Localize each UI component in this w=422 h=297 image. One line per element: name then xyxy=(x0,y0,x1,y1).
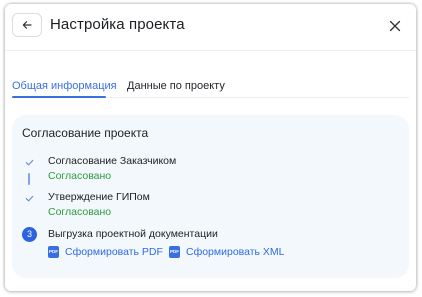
close-button[interactable] xyxy=(384,15,406,37)
modal-title: Настройка проекта xyxy=(50,16,185,33)
generate-xml-link[interactable]: PDF Сформировать XML xyxy=(169,246,285,258)
step-connector xyxy=(28,173,30,185)
generate-pdf-label: Сформировать PDF xyxy=(65,246,163,258)
step-1-label: Согласование Заказчиком xyxy=(48,155,177,167)
tab-bar: Общая информация Данные по проекту xyxy=(5,51,416,98)
generate-pdf-link[interactable]: PDF Сформировать PDF xyxy=(48,246,163,258)
step-2-label: Утверждение ГИПом xyxy=(48,191,150,203)
project-settings-modal: Настройка проекта Общая информация Данны… xyxy=(5,4,416,291)
close-icon xyxy=(389,20,401,32)
pdf-file-icon: PDF xyxy=(48,246,59,258)
back-button[interactable] xyxy=(12,13,42,37)
generate-xml-label: Сформировать XML xyxy=(186,246,285,258)
step-3-number: 3 xyxy=(22,227,37,242)
check-icon xyxy=(22,155,36,169)
tab-project-data[interactable]: Данные по проекту xyxy=(127,80,225,93)
approval-card: Согласование проекта Согласование Заказч… xyxy=(12,115,409,278)
step-3-label: Выгрузка проектной документации xyxy=(48,228,218,240)
step-1-status: Согласовано xyxy=(48,170,112,182)
active-tab-indicator xyxy=(12,96,106,98)
check-icon xyxy=(22,191,36,205)
arrow-left-icon xyxy=(22,21,32,29)
tab-general-info[interactable]: Общая информация xyxy=(12,80,117,93)
modal-header: Настройка проекта xyxy=(5,4,416,47)
step-2-status: Согласовано xyxy=(48,206,112,218)
approval-card-title: Согласование проекта xyxy=(22,126,149,140)
pdf-file-icon: PDF xyxy=(169,246,180,258)
